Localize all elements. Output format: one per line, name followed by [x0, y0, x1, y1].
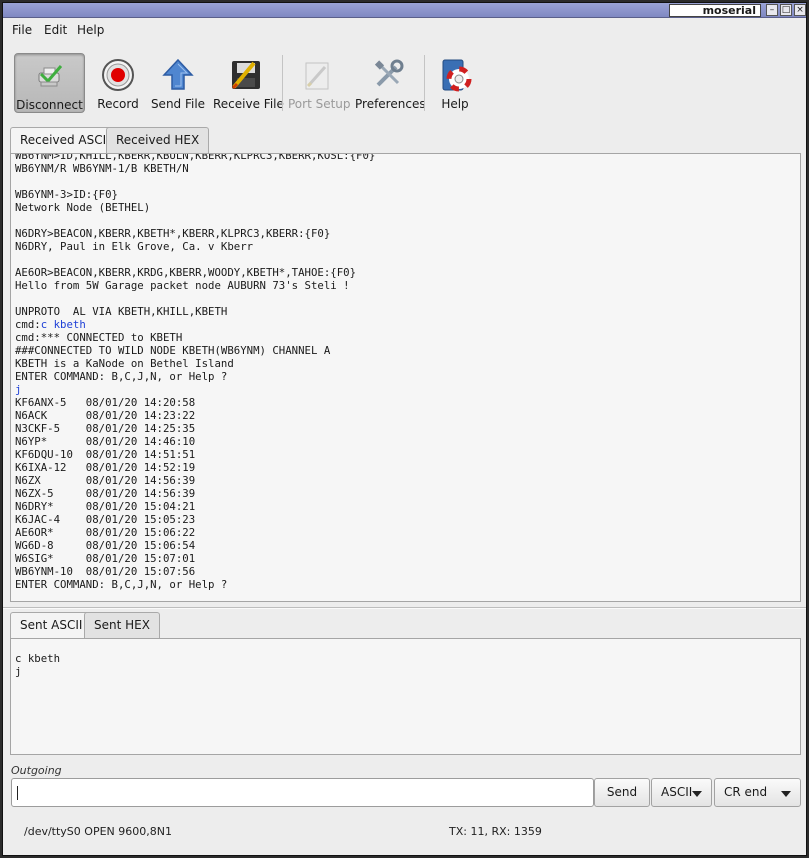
send-button[interactable]: Send: [594, 778, 650, 807]
help-label: Help: [441, 97, 469, 111]
disconnect-label: Disconnect: [16, 98, 83, 112]
title-bar: moserial – □ ×: [3, 3, 806, 18]
sent-line: j: [15, 665, 22, 678]
pane-splitter[interactable]: [3, 607, 806, 609]
send-file-label: Send File: [150, 97, 206, 111]
received-line: [15, 175, 375, 188]
status-port: /dev/ttyS0 OPEN 9600,8N1: [24, 825, 172, 838]
record-label: Record: [97, 97, 139, 111]
preferences-label: Preferences: [355, 97, 426, 111]
menu-edit[interactable]: Edit: [44, 23, 67, 37]
received-line: WB6YNM-10 08/01/20 15:07:56: [15, 565, 196, 578]
sent-tabbar: Sent ASCII Sent HEX: [10, 612, 210, 639]
received-line: WB6YNM/R WB6YNM-1/B KBETH/N: [15, 162, 189, 175]
disconnect-button[interactable]: Disconnect: [14, 53, 85, 113]
tab-sent-hex[interactable]: Sent HEX: [84, 612, 160, 638]
received-line: [15, 214, 375, 227]
received-line: W6SIG* 08/01/20 15:07:01: [15, 552, 196, 565]
send-file-button[interactable]: Send File: [149, 53, 207, 113]
line-end-label: CR end: [724, 785, 768, 799]
received-line: N6ACK 08/01/20 14:23:22: [15, 409, 196, 422]
cmd-prompt: cmd:: [15, 318, 41, 331]
received-line: WG6D-8 08/01/20 15:06:54: [15, 539, 196, 552]
ascii-mode-dropdown[interactable]: ASCII: [651, 778, 712, 807]
received-line: N3CKF-5 08/01/20 14:25:35: [15, 422, 196, 435]
status-counts: TX: 11, RX: 1359: [449, 825, 542, 838]
received-line: [15, 292, 375, 305]
received-line: K6JAC-4 08/01/20 15:05:23: [15, 513, 196, 526]
received-line: UNPROTO AL VIA KBETH,KHILL,KBETH: [15, 305, 228, 318]
minimize-icon[interactable]: –: [766, 4, 778, 16]
preferences-button[interactable]: Preferences: [355, 53, 426, 113]
received-line: N6DRY>BEACON,KBERR,KBETH*,KBERR,KLPRC3,K…: [15, 227, 331, 240]
received-line: N6DRY* 08/01/20 15:04:21: [15, 500, 196, 513]
received-text: WB6YNM>ID,KHILL,KBERR,KBULN,KBERR,KLPRC3…: [15, 153, 376, 591]
received-line: N6YP* 08/01/20 14:46:10: [15, 435, 196, 448]
received-tabbar: Received ASCII Received HEX: [10, 127, 310, 154]
text-caret: [17, 786, 18, 800]
window-title: moserial: [669, 4, 761, 17]
received-line: ENTER COMMAND: B,C,J,N, or Help ?: [15, 370, 228, 383]
received-line: WB6YNM-3>ID:{F0}: [15, 188, 118, 201]
tab-received-hex[interactable]: Received HEX: [106, 127, 210, 153]
received-line: N6DRY, Paul in Elk Grove, Ca. v Kberr: [15, 240, 254, 253]
port-setup-label: Port Setup: [288, 97, 351, 111]
toolbar: Disconnect Record Send File Receive File…: [3, 49, 806, 115]
tab-sent-ascii[interactable]: Sent ASCII: [10, 612, 93, 639]
port-setup-icon: [299, 57, 335, 93]
received-line: KBETH is a KaNode on Bethel Island: [15, 357, 234, 370]
send-file-icon: [160, 57, 196, 93]
menu-bar: File Edit Help: [3, 19, 806, 41]
save-disk-icon: [228, 57, 264, 93]
outgoing-input[interactable]: [11, 778, 594, 807]
menu-file[interactable]: File: [12, 23, 32, 37]
send-button-label: Send: [606, 785, 638, 799]
port-setup-button[interactable]: Port Setup: [288, 53, 351, 113]
toolbar-separator: [282, 55, 283, 111]
received-text-area[interactable]: WB6YNM>ID,KHILL,KBERR,KBULN,KBERR,KLPRC3…: [10, 153, 801, 602]
received-line: N6ZX-5 08/01/20 14:56:39: [15, 487, 196, 500]
record-icon: [100, 57, 136, 93]
received-line: cmd:*** CONNECTED to KBETH: [15, 331, 183, 344]
close-icon[interactable]: ×: [794, 4, 806, 16]
help-lifebuoy-icon: [437, 57, 473, 93]
toolbar-separator: [424, 55, 425, 111]
maximize-icon[interactable]: □: [780, 4, 792, 16]
line-end-dropdown[interactable]: CR end: [714, 778, 801, 807]
receive-file-label: Receive File: [213, 97, 284, 111]
received-line: KF6ANX-5 08/01/20 14:20:58: [15, 396, 196, 409]
tools-icon: [370, 57, 406, 93]
menu-help[interactable]: Help: [77, 23, 104, 37]
record-button[interactable]: Record: [93, 53, 143, 113]
received-line: N6ZX 08/01/20 14:56:39: [15, 474, 196, 487]
received-line: j: [15, 383, 22, 396]
help-button[interactable]: Help: [434, 53, 476, 113]
sent-line: c kbeth: [15, 652, 61, 665]
chevron-down-icon: [781, 791, 791, 797]
received-line: ###CONNECTED TO WILD NODE KBETH(WB6YNM) …: [15, 344, 331, 357]
outgoing-label: Outgoing: [11, 764, 62, 777]
received-line: cmd:c kbeth: [15, 318, 375, 331]
received-line: K6IXA-12 08/01/20 14:52:19: [15, 461, 196, 474]
received-line: AE6OR* 08/01/20 15:06:22: [15, 526, 196, 539]
receive-file-button[interactable]: Receive File: [213, 53, 284, 113]
sent-text: c kbeth j: [15, 652, 60, 678]
received-line: WB6YNM>ID,KHILL,KBERR,KBULN,KBERR,KLPRC3…: [15, 153, 376, 162]
received-line: ENTER COMMAND: B,C,J,N, or Help ?: [15, 578, 228, 591]
app-window: moserial – □ × File Edit Help Disconnect: [2, 2, 807, 856]
tab-received-ascii[interactable]: Received ASCII: [10, 127, 120, 154]
disconnect-icon: [32, 58, 68, 94]
sent-text-area[interactable]: c kbeth j: [10, 638, 801, 755]
received-line: AE6OR>BEACON,KBERR,KRDG,KBERR,WOODY,KBET…: [15, 266, 357, 279]
received-line: KF6DQU-10 08/01/20 14:51:51: [15, 448, 196, 461]
chevron-down-icon: [692, 791, 702, 797]
received-line: [15, 253, 375, 266]
ascii-mode-label: ASCII: [661, 785, 693, 799]
received-line: Network Node (BETHEL): [15, 201, 151, 214]
received-line: Hello from 5W Garage packet node AUBURN …: [15, 279, 350, 292]
echoed-command: c kbeth: [40, 318, 86, 331]
